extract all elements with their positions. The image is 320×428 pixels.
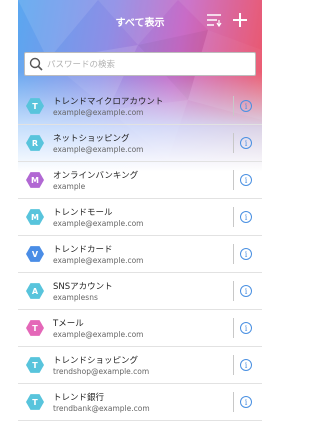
- info-icon[interactable]: i: [240, 285, 252, 297]
- account-avatar: M: [26, 172, 44, 188]
- account-avatar: M: [26, 209, 44, 225]
- info-icon[interactable]: i: [240, 174, 252, 186]
- row-divider: [233, 133, 234, 153]
- row-divider: [233, 96, 234, 116]
- list-item[interactable]: M オンラインバンキング example i: [18, 162, 262, 199]
- account-name: トレンドカード: [53, 245, 113, 255]
- account-avatar: T: [26, 357, 44, 373]
- account-username: trendbank@example.com: [53, 404, 150, 413]
- account-avatar: A: [26, 283, 44, 299]
- app-screen: すべて表示 パスワードの検索 T トレンドマイクロアカウント example@exa…: [18, 0, 262, 428]
- info-icon[interactable]: i: [240, 211, 252, 223]
- info-icon[interactable]: i: [240, 322, 252, 334]
- list-item[interactable]: T トレンドマイクロアカウント example@example.com i: [18, 88, 262, 125]
- row-divider: [233, 355, 234, 375]
- row-divider: [233, 281, 234, 301]
- row-divider: [233, 318, 234, 338]
- info-icon[interactable]: i: [240, 359, 252, 371]
- account-username: example@example.com: [53, 256, 144, 265]
- account-username: trendshop@example.com: [53, 367, 150, 376]
- info-icon[interactable]: i: [240, 396, 252, 408]
- info-icon[interactable]: i: [240, 248, 252, 260]
- account-username: example@example.com: [53, 330, 144, 339]
- account-name: トレンドモール: [53, 208, 113, 218]
- account-name: ネットショッピング: [53, 134, 130, 144]
- account-username: examplesns: [53, 293, 98, 302]
- search-placeholder: パスワードの検索: [47, 60, 116, 70]
- row-divider: [233, 244, 234, 264]
- account-avatar: R: [26, 135, 44, 151]
- account-avatar: T: [26, 320, 44, 336]
- account-name: Tメール: [53, 319, 84, 329]
- row-divider: [233, 207, 234, 227]
- search-icon: [29, 57, 43, 71]
- account-avatar: V: [26, 246, 44, 262]
- list-item[interactable]: M トレンドモール example@example.com i: [18, 199, 262, 236]
- account-name: トレンドマイクロアカウント: [53, 97, 164, 107]
- plus-icon[interactable]: [232, 12, 248, 32]
- search-input[interactable]: パスワードの検索: [24, 52, 256, 76]
- info-icon[interactable]: i: [240, 100, 252, 112]
- row-divider: [233, 170, 234, 190]
- account-username: example@example.com: [53, 219, 144, 228]
- account-name: オンラインバンキング: [53, 171, 139, 181]
- account-name: SNSアカウント: [53, 282, 113, 292]
- account-username: example@example.com: [53, 145, 144, 154]
- list-item[interactable]: A SNSアカウント examplesns i: [18, 273, 262, 310]
- info-icon[interactable]: i: [240, 137, 252, 149]
- page-title: すべて表示: [115, 18, 165, 29]
- sort-list-icon[interactable]: [206, 12, 222, 32]
- row-divider: [233, 392, 234, 412]
- account-username: example: [53, 182, 86, 191]
- list-item[interactable]: R ネットショッピング example@example.com i: [18, 125, 262, 162]
- list-item[interactable]: T トレンド銀行 trendbank@example.com i: [18, 384, 262, 421]
- account-avatar: T: [26, 98, 44, 114]
- list-item[interactable]: V トレンドカード example@example.com i: [18, 236, 262, 273]
- account-name: トレンドショッピング: [53, 356, 139, 366]
- list-item[interactable]: T Tメール example@example.com i: [18, 310, 262, 347]
- account-name: トレンド銀行: [53, 393, 105, 403]
- password-list: T トレンドマイクロアカウント example@example.com i R ネットショ…: [18, 88, 262, 421]
- account-username: example@example.com: [53, 108, 144, 117]
- list-item[interactable]: T トレンドショッピング trendshop@example.com i: [18, 347, 262, 384]
- account-avatar: T: [26, 394, 44, 410]
